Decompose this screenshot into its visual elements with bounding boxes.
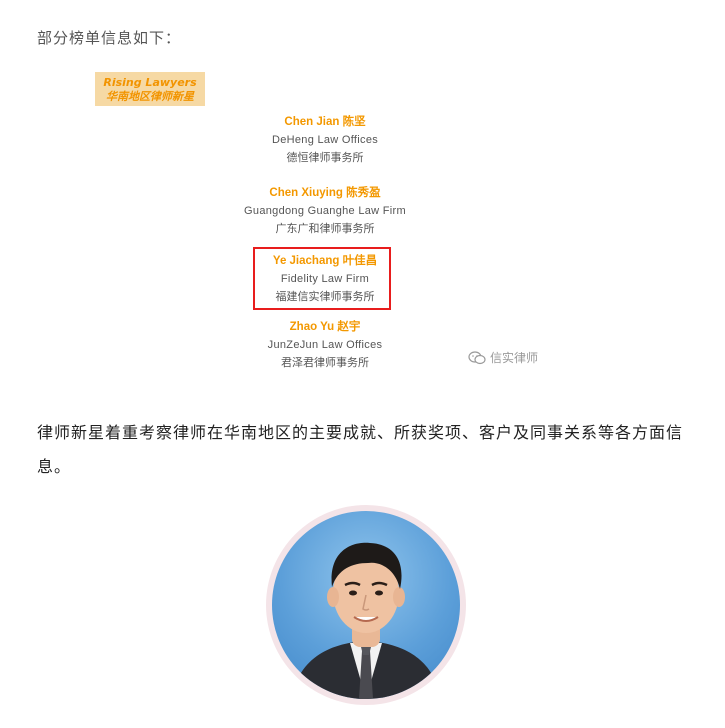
- wechat-watermark-icon: [468, 350, 486, 365]
- avatar: [272, 511, 460, 699]
- body-paragraph: 律师新星着重考察律师在华南地区的主要成就、所获奖项、客户及同事关系等各方面信息。: [37, 423, 684, 476]
- firm-name-en: Guangdong Guanghe Law Firm: [244, 205, 406, 217]
- watermark-text: 信实律师: [490, 351, 539, 365]
- list-item: Zhao Yu 赵宇 JunZeJun Law Offices 君泽君律师事务所: [230, 319, 420, 371]
- firm-name-en: JunZeJun Law Offices: [267, 339, 383, 351]
- list-item: Chen Jian 陈坚 DeHeng Law Offices 德恒律师事务所: [230, 114, 420, 166]
- firm-name-zh: 广东广和律师事务所: [275, 222, 375, 235]
- lawyer-name: Chen Xiuying 陈秀盈: [269, 187, 381, 199]
- banner-title-en: Rising Lawyers: [103, 76, 197, 89]
- avatar-frame: [266, 505, 466, 705]
- highlight-box: [253, 247, 391, 310]
- list-item: Chen Xiuying 陈秀盈 Guangdong Guanghe Law F…: [230, 185, 420, 237]
- watermark: 信实律师: [468, 349, 538, 366]
- firm-name-en: DeHeng Law Offices: [271, 134, 379, 146]
- firm-name-zh: 德恒律师事务所: [286, 151, 364, 164]
- intro-text: 部分榜单信息如下：: [37, 29, 182, 47]
- firm-name-zh: 君泽君律师事务所: [281, 356, 369, 369]
- rising-lawyers-banner: Rising Lawyers 华南地区律师新星: [95, 72, 205, 106]
- lawyer-name: Chen Jian 陈坚: [284, 116, 366, 128]
- banner-title-zh: 华南地区律师新星: [106, 90, 194, 103]
- lawyer-name: Zhao Yu 赵宇: [289, 321, 361, 333]
- portrait-photo: [292, 542, 440, 699]
